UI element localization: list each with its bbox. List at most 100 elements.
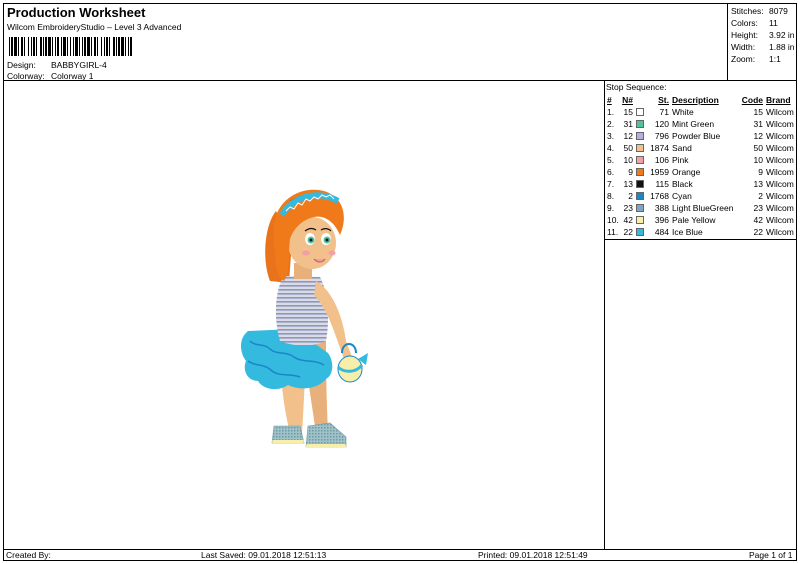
- barcode-bar: [121, 37, 124, 56]
- row-index: 11.: [607, 227, 619, 237]
- needle-number: 15: [623, 107, 633, 117]
- thread-brand: Wilcom: [766, 203, 794, 213]
- column-header-description: Description: [672, 95, 719, 105]
- table-row: 11. 22 484 Ice Blue 22 Wilcom: [605, 226, 796, 238]
- barcode-bar: [79, 37, 80, 56]
- shoe-sole-shape: [306, 444, 346, 448]
- needle-number: 9: [628, 167, 633, 177]
- row-index: 6.: [607, 167, 615, 177]
- barcode-bar: [52, 37, 53, 56]
- color-swatch: [636, 144, 644, 152]
- barcode-bar: [116, 37, 117, 56]
- design-preview: [4, 81, 605, 549]
- color-code: 22: [753, 227, 763, 237]
- table-row: 7. 13 115 Black 13 Wilcom: [605, 178, 796, 190]
- color-code: 50: [753, 143, 763, 153]
- stat-label: Width:: [731, 42, 756, 52]
- barcode-bar: [31, 37, 32, 56]
- needle-number: 2: [628, 191, 633, 201]
- barcode-bar: [73, 37, 74, 56]
- colorway-name: Colorway 1: [51, 71, 94, 81]
- barcode-bar: [18, 37, 19, 56]
- stitch-count: 1959: [650, 167, 669, 177]
- barcode-bar: [9, 37, 10, 56]
- table-row: 4. 50 1874 Sand 50 Wilcom: [605, 142, 796, 154]
- stitch-count: 796: [654, 131, 669, 141]
- color-code: 31: [753, 119, 763, 129]
- color-description: Cyan: [672, 191, 692, 201]
- color-code: 9: [758, 167, 763, 177]
- barcode-bar: [130, 37, 132, 56]
- color-code: 2: [758, 191, 763, 201]
- stitch-count: 396: [654, 215, 669, 225]
- color-swatch: [636, 228, 644, 236]
- color-description: White: [672, 107, 694, 117]
- color-code: 15: [753, 107, 763, 117]
- stat-label: Colors:: [731, 18, 758, 28]
- stitch-count: 388: [654, 203, 669, 213]
- stat-label: Stitches:: [731, 6, 764, 16]
- needle-number: 22: [623, 227, 633, 237]
- thread-brand: Wilcom: [766, 131, 794, 141]
- barcode-bar: [61, 37, 62, 56]
- thread-brand: Wilcom: [766, 227, 794, 237]
- barcode-bar: [82, 37, 83, 56]
- barcode-bar: [24, 37, 25, 56]
- design-label: Design:: [7, 60, 36, 70]
- barcode-bar: [118, 37, 120, 56]
- created-by: Created By:: [6, 550, 51, 560]
- table-row: 1. 15 71 White 15 Wilcom: [605, 106, 796, 118]
- barcode-bar: [75, 37, 78, 56]
- needle-number: 10: [623, 155, 633, 165]
- thread-brand: Wilcom: [766, 167, 794, 177]
- barcode-bar: [63, 37, 66, 56]
- barcode-bar: [104, 37, 105, 56]
- design-stats: Stitches: 8079 Colors: 11 Height: 3.92 in W…: [727, 4, 796, 81]
- table-row: 9. 23 388 Light BlueGreen 23 Wilcom: [605, 202, 796, 214]
- barcode-bar: [43, 37, 44, 56]
- needle-number: 12: [623, 131, 633, 141]
- color-code: 13: [753, 179, 763, 189]
- page-title: Production Worksheet: [7, 5, 146, 20]
- colorway-label: Colorway:: [7, 71, 45, 81]
- stat-stitches: Stitches: 8079: [731, 5, 796, 17]
- stat-label: Zoom:: [731, 54, 756, 64]
- colorway-row: Colorway: Colorway 1: [7, 71, 94, 81]
- color-description: Mint Green: [672, 119, 715, 129]
- column-header-brand: Brand: [766, 95, 791, 105]
- color-swatch: [636, 132, 644, 140]
- worksheet: Production Worksheet Wilcom EmbroiderySt…: [3, 3, 797, 561]
- barcode-bar: [33, 37, 35, 56]
- row-index: 3.: [607, 131, 615, 141]
- row-index: 4.: [607, 143, 615, 153]
- color-swatch: [636, 156, 644, 164]
- barcode-bar: [125, 37, 126, 56]
- color-description: Pale Yellow: [672, 215, 716, 225]
- barcode-bar: [87, 37, 90, 56]
- table-row: 6. 9 1959 Orange 9 Wilcom: [605, 166, 796, 178]
- color-description: Pink: [672, 155, 689, 165]
- barcode-bar: [101, 37, 102, 56]
- stitch-count: 120: [654, 119, 669, 129]
- needle-number: 50: [623, 143, 633, 153]
- color-swatch: [636, 168, 644, 176]
- table-row: 5. 10 106 Pink 10 Wilcom: [605, 154, 796, 166]
- column-header-stitches: St.: [658, 95, 669, 105]
- color-code: 42: [753, 215, 763, 225]
- barcode-bar: [14, 37, 17, 56]
- barcode-bar: [55, 37, 56, 56]
- table-row: 8. 2 1768 Cyan 2 Wilcom: [605, 190, 796, 202]
- table-row: 3. 12 796 Powder Blue 12 Wilcom: [605, 130, 796, 142]
- color-code: 10: [753, 155, 763, 165]
- row-index: 10.: [607, 215, 619, 225]
- barcode-bar: [67, 37, 68, 56]
- stat-value: 8079: [769, 6, 788, 16]
- design-name: BABBYGIRL-4: [51, 60, 107, 70]
- stat-label: Height:: [731, 30, 758, 40]
- barcode-bar: [28, 37, 29, 56]
- last-saved: Last Saved: 09.01.2018 12:51:13: [201, 550, 327, 560]
- stat-height: Height: 3.92 in: [731, 29, 796, 41]
- stop-sequence-panel: Stop Sequence: # N# St. Description Code…: [605, 81, 796, 549]
- table-row: 2. 31 120 Mint Green 31 Wilcom: [605, 118, 796, 130]
- worksheet-footer: Created By: Last Saved: 09.01.2018 12:51…: [4, 549, 796, 561]
